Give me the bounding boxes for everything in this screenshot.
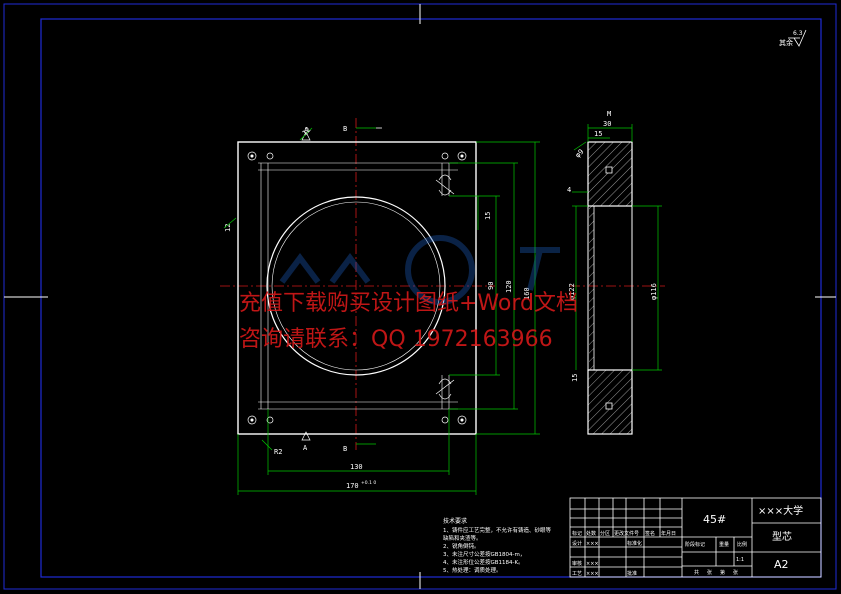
side-hole-top (605, 166, 613, 174)
side-dim-width: 30 (603, 120, 611, 128)
side-bottom-block (587, 369, 633, 435)
tech-note-line-4: 3、未注尺寸公差按GB1804-m， (443, 550, 525, 558)
side-hole-bottom (605, 402, 613, 410)
tech-notes: 技术要求 1、铸件应工艺完整，不允许有铸造、砂眼等 缺陷和夹渣等。 2、锐角倒钝… (443, 517, 552, 574)
tb-scale-value: 1:1 (736, 557, 744, 563)
tech-note-line-5: 4、未注形位公差按GB1184-K。 (443, 558, 524, 566)
roughness-label: 其余 (779, 38, 793, 47)
side-dim-inner: φ116 (650, 283, 658, 300)
section-label-b-bottom: B (343, 445, 347, 453)
tb-sheet-2: 第 (720, 569, 725, 576)
tb-stage-label: 阶段标记 (685, 541, 705, 548)
tb-header-5: 年月日 (661, 530, 676, 537)
side-view: 30 15 M φ9 4 φ122 φ116 (567, 110, 665, 435)
watermark-line-1: 充值下载购买设计图纸+Word文档 (239, 291, 578, 316)
tb-sheet-3: 张 (733, 569, 738, 576)
dim-width-outer-tol: +0.1 0 (361, 480, 376, 486)
roughness-value: 6.3 (793, 30, 803, 37)
tb-row-label-2: 工艺 (572, 571, 582, 577)
dim-width-inner: 130 (350, 463, 363, 471)
tb-sheet-size: A2 (774, 558, 789, 571)
dim-radius: R2 (274, 448, 282, 456)
tb-approve-label: 批准 (627, 570, 637, 577)
tech-note-line-2: 缺陷和夹渣等。 (443, 534, 482, 542)
tb-header-1: 处数 (586, 530, 596, 537)
tb-sheet-1: 张 (707, 569, 712, 576)
tb-header-0: 标记 (572, 530, 582, 537)
tech-note-line-3: 2、锐角倒钝。 (443, 542, 480, 550)
tb-header-4: 签名 (645, 530, 655, 537)
tech-note-line-1: 1、铸件应工艺完整，不允许有铸造、砂眼等 (443, 526, 552, 534)
tech-note-line-6: 5、热处理：调质处理。 (443, 566, 502, 574)
tb-header-3: 更改文件号 (614, 530, 639, 537)
dim-top-small: 12 (301, 126, 313, 138)
tb-scale-label: 比例 (737, 541, 747, 548)
dim-hole-right: 15 (484, 212, 492, 220)
side-dim-small-dia: φ9 (574, 148, 586, 160)
tb-part-name: 型芯 (772, 530, 792, 543)
side-top-block (587, 141, 633, 207)
tb-row-label-0: 设计 (572, 540, 582, 547)
section-label-bottom: A (303, 444, 308, 452)
dim-width-outer: 170 (346, 482, 359, 490)
tb-weight-label: 重量 (719, 541, 729, 548)
tb-row-value-1: ××× (586, 561, 599, 567)
side-dim-step: 4 (567, 186, 571, 194)
tb-row-label-1: 审核 (572, 560, 582, 567)
watermark-line-2: 咨询请联系：QQ 1972163966 (239, 327, 553, 352)
dim-side-chamfer-left: 15 (571, 374, 579, 382)
tech-notes-title: 技术要求 (443, 517, 467, 525)
tb-sheet-0: 共 (694, 569, 699, 576)
side-dim-top-label: M (607, 110, 611, 118)
section-label-b-top: B (343, 125, 347, 133)
tb-row-value-0: ××× (586, 541, 599, 547)
tb-header-2: 分区 (600, 530, 610, 537)
side-bore-region (587, 205, 633, 371)
tb-row-value-2: ××× (586, 571, 599, 577)
tb-material: 45# (703, 513, 726, 526)
side-step-hatch (589, 206, 594, 370)
tb-school: ×××大学 (758, 504, 803, 517)
roughness-symbol: 其余 6.3 (779, 29, 807, 47)
tb-std-label: 标准化 (627, 540, 642, 547)
side-dim-width-small: 15 (594, 130, 602, 138)
